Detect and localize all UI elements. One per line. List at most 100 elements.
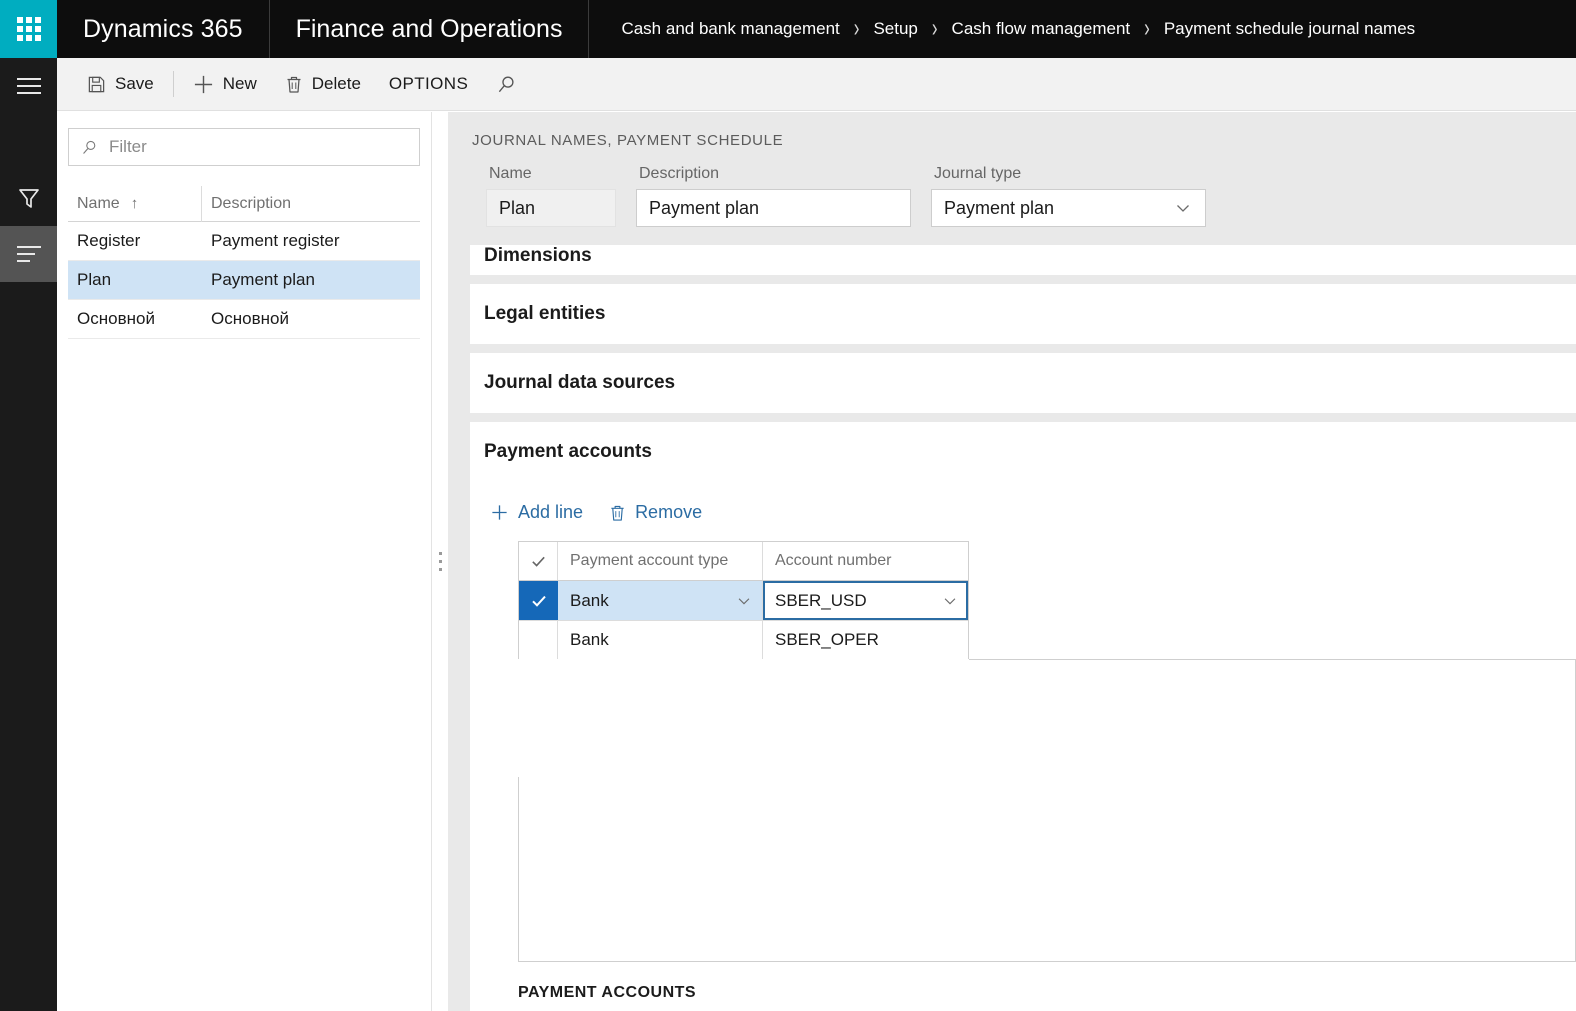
column-header-label: Payment account type: [570, 552, 729, 569]
section-title[interactable]: Payment accounts: [470, 422, 1576, 482]
table-row-selected[interactable]: Bank SBER_USD: [519, 581, 968, 620]
filter-input[interactable]: Filter: [68, 128, 420, 166]
column-header-name[interactable]: Name ↑: [68, 185, 202, 222]
trash-icon: [285, 75, 303, 94]
name-field-group: Name Plan: [486, 165, 616, 227]
breadcrumb-item-1[interactable]: Setup: [873, 19, 917, 39]
cell-payment-account-type[interactable]: Bank: [558, 581, 763, 620]
plus-icon: [193, 74, 214, 95]
chevron-down-icon: [738, 597, 750, 605]
column-header-account-number[interactable]: Account number: [763, 542, 968, 580]
section-title: Dimensions: [484, 245, 592, 266]
column-header-payment-account-type[interactable]: Payment account type: [558, 542, 763, 580]
delete-button[interactable]: Delete: [271, 58, 375, 111]
breadcrumb-item-2[interactable]: Cash flow management: [952, 19, 1131, 39]
breadcrumb: Cash and bank management › Setup › Cash …: [589, 0, 1415, 58]
search-icon: [83, 140, 96, 154]
table-row[interactable]: Основной Основной: [68, 300, 420, 339]
section-journal-data-sources[interactable]: Journal data sources: [470, 353, 1576, 413]
breadcrumb-separator: ›: [931, 14, 938, 43]
table-row[interactable]: Register Payment register: [68, 222, 420, 261]
search-icon: [496, 74, 517, 95]
journal-type-select[interactable]: Payment plan: [931, 189, 1206, 227]
name-input[interactable]: Plan: [486, 189, 616, 227]
column-header-name-label: Name: [77, 194, 120, 212]
module-name[interactable]: Finance and Operations: [270, 0, 590, 58]
navigation-menu-button[interactable]: [0, 58, 57, 114]
section-payment-accounts: Payment accounts Add line Remove Payment…: [470, 422, 1576, 1011]
column-header-description-label: Description: [211, 194, 292, 212]
brand-title: Dynamics 365: [57, 0, 270, 58]
section-dimensions[interactable]: Dimensions: [470, 245, 1576, 275]
page-title: JOURNAL NAMES, PAYMENT SCHEDULE: [472, 132, 784, 149]
journal-type-field-group: Journal type Payment plan: [931, 165, 1206, 227]
description-label: Description: [639, 165, 720, 182]
add-line-label: Add line: [518, 502, 584, 522]
filter-placeholder: Filter: [109, 137, 147, 156]
hamburger-icon: [16, 73, 41, 99]
add-line-button[interactable]: Add line: [482, 498, 591, 527]
list-icon: [16, 241, 41, 267]
journal-names-grid: Name ↑ Description Register Payment regi…: [57, 185, 431, 339]
checkmark-icon: [531, 556, 545, 567]
grid-header-row: Name ↑ Description: [68, 185, 420, 222]
row-name: Основной: [77, 309, 155, 328]
cell-value: SBER_USD: [775, 590, 867, 610]
remove-button[interactable]: Remove: [601, 498, 710, 527]
toolbar-divider: [172, 71, 174, 97]
cell-payment-account-type[interactable]: Bank: [558, 621, 763, 659]
splitter-dots-icon: [438, 552, 442, 571]
table-header-row: Payment account type Account number: [519, 542, 968, 581]
row-description: Payment plan: [211, 270, 315, 289]
cell-account-number-active[interactable]: SBER_USD: [763, 581, 968, 620]
name-label: Name: [489, 165, 532, 182]
chevron-down-icon: [944, 597, 956, 605]
select-all-checkbox[interactable]: [519, 542, 558, 580]
breadcrumb-separator: ›: [1144, 14, 1150, 43]
column-header-description[interactable]: Description: [202, 186, 420, 222]
payment-accounts-table: Payment account type Account number Bank…: [518, 541, 969, 659]
save-icon: [87, 75, 106, 94]
cell-value: Bank: [570, 630, 609, 649]
section-title: Journal data sources: [484, 372, 676, 393]
cell-value: Bank: [570, 590, 609, 610]
search-button[interactable]: [482, 58, 540, 111]
footer-panel-title: PAYMENT ACCOUNTS: [518, 984, 697, 1001]
options-button[interactable]: OPTIONS: [375, 58, 482, 111]
pane-splitter-handle[interactable]: [432, 112, 448, 1011]
form-header: JOURNAL NAMES, PAYMENT SCHEDULE Name Pla…: [448, 112, 1576, 245]
column-header-label: Account number: [775, 552, 892, 569]
table-row-selected[interactable]: Plan Payment plan: [68, 261, 420, 300]
new-button[interactable]: New: [179, 58, 271, 111]
form-field-row: Name Plan Description Payment plan Journ…: [472, 149, 1576, 245]
waffle-grid-icon: [16, 17, 41, 41]
grid-empty-area: [518, 777, 1576, 962]
description-input[interactable]: Payment plan: [636, 189, 911, 227]
section-title: Legal entities: [484, 303, 606, 324]
save-label: Save: [115, 74, 154, 93]
plus-icon: [490, 503, 509, 522]
delete-label: Delete: [311, 74, 361, 93]
top-navigation-bar: Dynamics 365 Finance and Operations Cash…: [0, 0, 1576, 58]
row-checkbox-checked[interactable]: [519, 581, 558, 620]
row-description: Основной: [211, 309, 289, 328]
journal-type-label: Journal type: [934, 165, 1022, 182]
cell-account-number[interactable]: SBER_OPER: [763, 621, 968, 659]
breadcrumb-item-0[interactable]: Cash and bank management: [621, 19, 839, 39]
filter-pane-button[interactable]: [0, 170, 57, 226]
chevron-down-icon: [1177, 205, 1189, 212]
cell-value: SBER_OPER: [775, 630, 879, 649]
save-button[interactable]: Save: [73, 58, 168, 111]
checkmark-icon: [531, 595, 546, 607]
breadcrumb-separator: ›: [853, 14, 860, 43]
journal-type-value: Payment plan: [944, 197, 1055, 218]
section-legal-entities[interactable]: Legal entities: [470, 284, 1576, 344]
new-label: New: [222, 74, 257, 93]
funnel-icon: [18, 189, 39, 208]
app-launcher-button[interactable]: [0, 0, 57, 58]
list-pane-button[interactable]: [0, 226, 57, 282]
journal-names-list-pane: Filter Name ↑ Description Register Payme…: [57, 112, 432, 1011]
row-checkbox[interactable]: [519, 621, 558, 659]
breadcrumb-item-3[interactable]: Payment schedule journal names: [1164, 19, 1415, 39]
table-row[interactable]: Bank SBER_OPER: [519, 620, 968, 659]
